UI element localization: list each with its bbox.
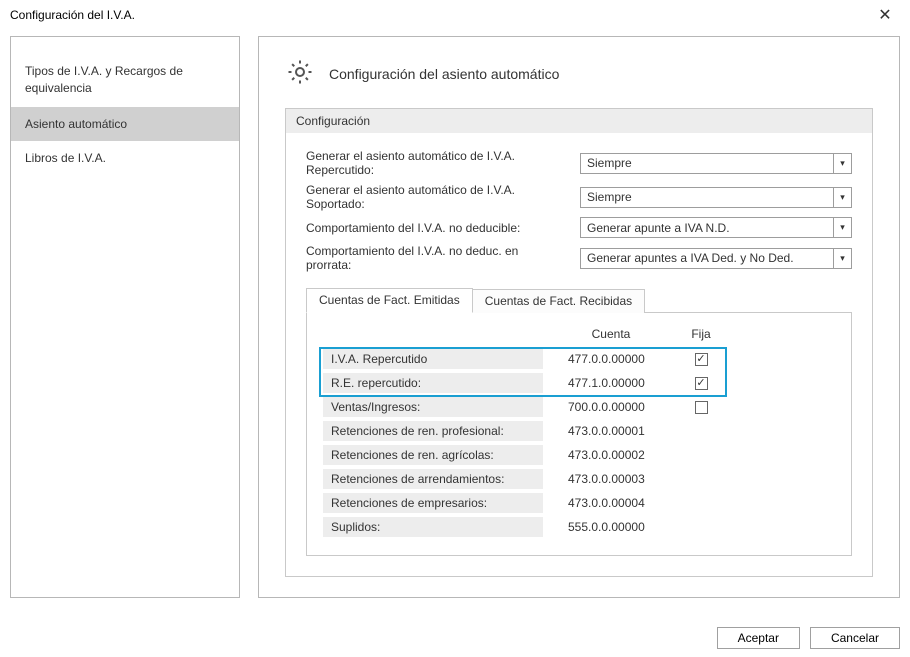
checkbox-fija[interactable]: ✓ — [695, 353, 708, 366]
combo-value: Generar apuntes a IVA Ded. y No Ded. — [587, 251, 794, 265]
tab-label: Cuentas de Fact. Recibidas — [485, 294, 632, 308]
checkbox-fija[interactable]: ✓ — [695, 377, 708, 390]
sidebar-item-libros[interactable]: Libros de I.V.A. — [11, 141, 239, 175]
sidebar-item-asiento[interactable]: Asiento automático — [11, 107, 239, 141]
panel-subhead: Configuración — [286, 109, 872, 133]
sidebar-item-label: Tipos de I.V.A. y Recargos de equivalenc… — [25, 64, 183, 95]
main-panel: Configuración del asiento automático Con… — [258, 36, 900, 598]
combo-no-deducible[interactable]: Generar apunte a IVA N.D. ▾ — [580, 217, 852, 238]
row-label: Suplidos: — [323, 517, 543, 537]
field-label: Comportamiento del I.V.A. no deducible: — [306, 221, 566, 235]
sidebar-item-tipos-iva[interactable]: Tipos de I.V.A. y Recargos de equivalenc… — [11, 53, 239, 107]
window-title: Configuración del I.V.A. — [10, 8, 135, 22]
field-label: Generar el asiento automático de I.V.A. … — [306, 149, 566, 177]
sidebar-item-label: Libros de I.V.A. — [25, 151, 106, 165]
inner-panel: Configuración Generar el asiento automát… — [285, 108, 873, 577]
tabs: Cuentas de Fact. Emitidas Cuentas de Fac… — [286, 280, 872, 312]
row-fija-cell: ✓ — [679, 349, 723, 369]
row-cuenta[interactable]: 473.0.0.00002 — [561, 445, 661, 465]
tab-recibidas[interactable]: Cuentas de Fact. Recibidas — [472, 289, 645, 313]
tab-pane-emitidas: Cuenta Fija I.V.A. Repercutido 477.0.0.0… — [306, 312, 852, 556]
row-label: Retenciones de empresarios: — [323, 493, 543, 513]
combo-prorrata[interactable]: Generar apuntes a IVA Ded. y No Ded. ▾ — [580, 248, 852, 269]
row-cuenta[interactable]: 555.0.0.00000 — [561, 517, 661, 537]
chevron-down-icon: ▾ — [833, 249, 851, 268]
row-cuenta[interactable]: 477.1.0.00000 — [561, 373, 661, 393]
combo-value: Generar apunte a IVA N.D. — [587, 221, 730, 235]
dialog-body: Tipos de I.V.A. y Recargos de equivalenc… — [0, 28, 910, 608]
row-cuenta[interactable]: 473.0.0.00001 — [561, 421, 661, 441]
combo-repercutido[interactable]: Siempre ▾ — [580, 153, 852, 174]
row-label: I.V.A. Repercutido — [323, 349, 543, 369]
grid-wrap: Cuenta Fija I.V.A. Repercutido 477.0.0.0… — [323, 327, 835, 537]
tab-label: Cuentas de Fact. Emitidas — [319, 293, 460, 307]
col-header-fija: Fija — [679, 327, 723, 345]
row-label: Retenciones de arrendamientos: — [323, 469, 543, 489]
combo-value: Siempre — [587, 156, 632, 170]
field-label: Comportamiento del I.V.A. no deduc. en p… — [306, 244, 566, 272]
accept-button[interactable]: Aceptar — [717, 627, 800, 649]
tab-emitidas[interactable]: Cuentas de Fact. Emitidas — [306, 288, 473, 313]
row-cuenta[interactable]: 473.0.0.00003 — [561, 469, 661, 489]
titlebar: Configuración del I.V.A. ✕ — [0, 0, 910, 28]
dialog-footer: Aceptar Cancelar — [717, 627, 900, 649]
section-header: Configuración del asiento automático — [285, 57, 873, 90]
cancel-button[interactable]: Cancelar — [810, 627, 900, 649]
field-label: Generar el asiento automático de I.V.A. … — [306, 183, 566, 211]
col-header-cuenta: Cuenta — [561, 327, 661, 345]
combo-value: Siempre — [587, 190, 632, 204]
row-cuenta[interactable]: 473.0.0.00004 — [561, 493, 661, 513]
accounts-grid: Cuenta Fija I.V.A. Repercutido 477.0.0.0… — [323, 327, 835, 537]
row-cuenta[interactable]: 700.0.0.00000 — [561, 397, 661, 417]
section-title: Configuración del asiento automático — [329, 66, 559, 82]
row-label: R.E. repercutido: — [323, 373, 543, 393]
row-fija-cell — [679, 397, 723, 417]
combo-soportado[interactable]: Siempre ▾ — [580, 187, 852, 208]
config-form: Generar el asiento automático de I.V.A. … — [286, 133, 872, 280]
chevron-down-icon: ▾ — [833, 154, 851, 173]
close-icon[interactable]: ✕ — [870, 5, 900, 25]
row-label: Ventas/Ingresos: — [323, 397, 543, 417]
row-cuenta[interactable]: 477.0.0.00000 — [561, 349, 661, 369]
row-label: Retenciones de ren. profesional: — [323, 421, 543, 441]
row-fija-cell: ✓ — [679, 373, 723, 393]
chevron-down-icon: ▾ — [833, 188, 851, 207]
row-label: Retenciones de ren. agrícolas: — [323, 445, 543, 465]
gear-icon — [285, 57, 315, 90]
checkbox-fija[interactable] — [695, 401, 708, 414]
chevron-down-icon: ▾ — [833, 218, 851, 237]
sidebar: Tipos de I.V.A. y Recargos de equivalenc… — [10, 36, 240, 598]
sidebar-item-label: Asiento automático — [25, 117, 127, 131]
